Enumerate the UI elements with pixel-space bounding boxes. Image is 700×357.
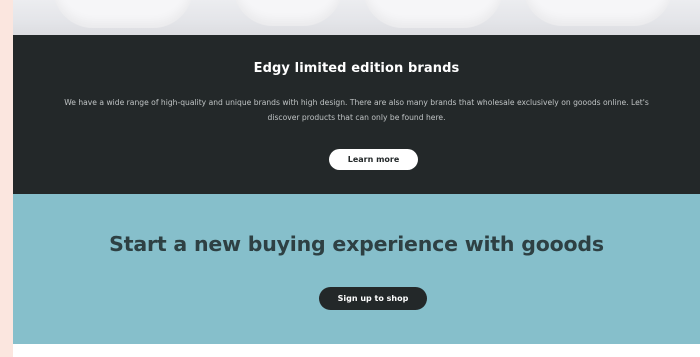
signup-title: Start a new buying experience with goood…	[109, 232, 604, 256]
product-image-shape	[523, 0, 673, 26]
brands-section: Edgy limited edition brands We have a wi…	[13, 35, 700, 194]
product-image-shape	[233, 0, 343, 26]
brands-description: We have a wide range of high-quality and…	[64, 98, 649, 122]
hero-image-strip	[13, 0, 700, 35]
product-image-shape	[53, 0, 193, 28]
product-image-shape	[363, 0, 503, 28]
sign-up-to-shop-button[interactable]: Sign up to shop	[319, 287, 427, 310]
page-footer-edge	[13, 344, 700, 357]
signup-section: Start a new buying experience with goood…	[13, 194, 700, 344]
brands-title: Edgy limited edition brands	[253, 61, 460, 76]
learn-more-button[interactable]: Learn more	[329, 149, 418, 170]
page: Edgy limited edition brands We have a wi…	[13, 0, 700, 357]
